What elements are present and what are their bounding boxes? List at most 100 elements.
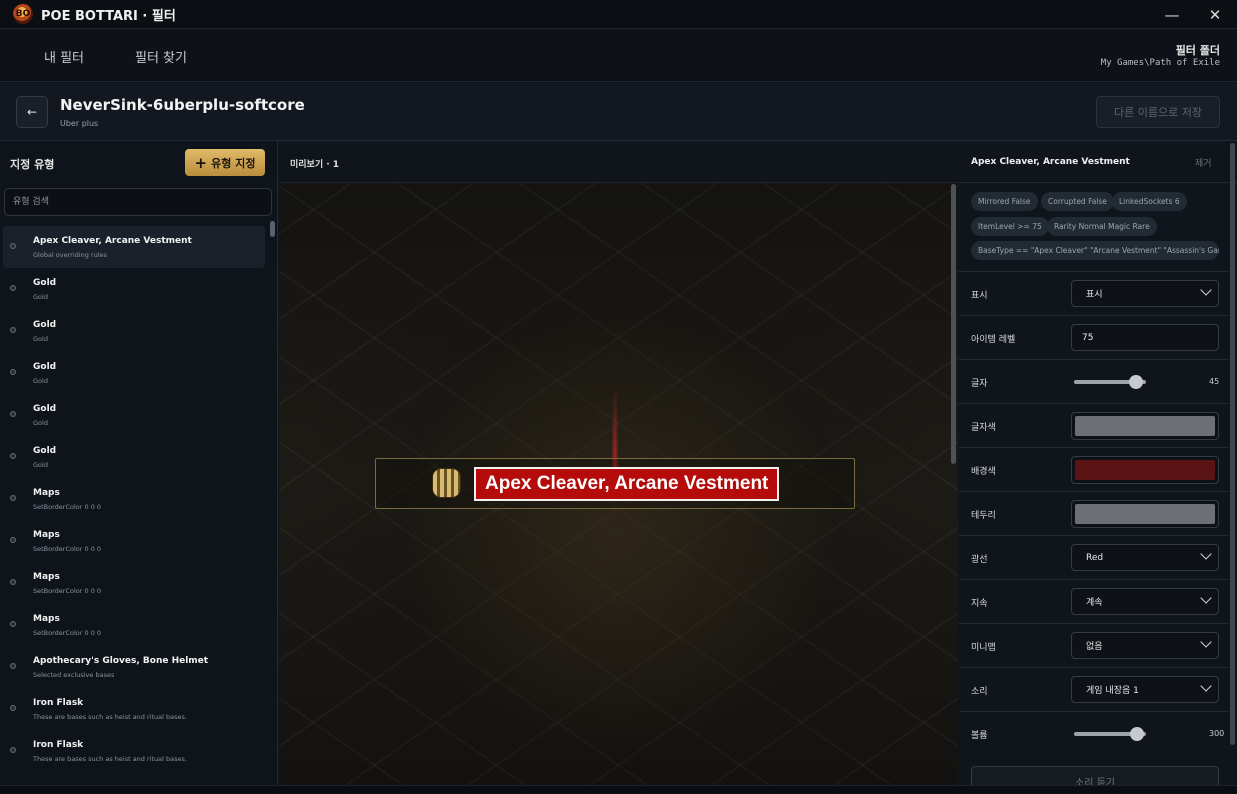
rule-description: These are bases such as heist and ritual… xyxy=(33,713,187,721)
rule-name: Gold xyxy=(33,362,57,372)
condition-chip[interactable]: Mirrored False xyxy=(971,192,1038,211)
armour-icon xyxy=(432,468,461,498)
prop-volume: 볼륨 300 xyxy=(959,711,1229,755)
add-type-button[interactable]: + 유형 지정 xyxy=(185,149,265,176)
close-icon[interactable]: ✕ xyxy=(1193,0,1237,29)
prop-font-size: 글자 45 xyxy=(959,359,1229,403)
rule-list-item[interactable]: Apothecary's Gloves, Bone Helmet Selected… xyxy=(3,646,265,688)
select-value: 표시 xyxy=(1086,290,1103,300)
visibility-dot-icon[interactable] xyxy=(10,495,16,501)
play-sound-button[interactable]: 소리 듣기 xyxy=(971,766,1219,785)
chevron-down-icon xyxy=(1200,284,1212,296)
rule-list-item[interactable]: Maps SetBorderColor 0 0 0 xyxy=(3,562,265,604)
filter-name: NeverSink-6uberplu-softcore xyxy=(60,96,305,114)
visibility-dot-icon[interactable] xyxy=(10,705,16,711)
rule-description: Gold xyxy=(33,377,48,385)
prop-label: 아이템 레벨 xyxy=(971,335,1016,345)
rule-list-item[interactable]: Maps SetBorderColor 0 0 0 xyxy=(3,604,265,646)
rule-list-item[interactable]: Gold Gold xyxy=(3,352,265,394)
item-drop-label[interactable]: Apex Cleaver, Arcane Vestment xyxy=(474,467,780,501)
rule-description: Gold xyxy=(33,335,48,343)
text-color-picker[interactable] xyxy=(1071,412,1219,440)
visibility-dot-icon[interactable] xyxy=(10,243,16,249)
font-size-value: 45 xyxy=(1209,377,1220,386)
rule-list-item[interactable]: Maps SetBorderColor 0 0 0 xyxy=(3,520,265,562)
back-button[interactable]: ← xyxy=(16,96,48,128)
minimap-select[interactable]: 없음 xyxy=(1071,632,1219,659)
visibility-dot-icon[interactable] xyxy=(10,663,16,669)
rule-list-item[interactable]: Iron Flask These are bases such as heist … xyxy=(3,730,265,772)
border-color-picker[interactable] xyxy=(1071,500,1219,528)
rule-list-item[interactable]: Gold Gold xyxy=(3,394,265,436)
condition-chip[interactable]: BaseType == "Apex Cleaver" "Arcane Vestm… xyxy=(971,241,1219,260)
bottom-edge xyxy=(0,785,1237,794)
select-value: 없음 xyxy=(1086,642,1103,652)
prop-label: 볼륨 xyxy=(971,731,988,741)
rule-list-item[interactable]: Gold Gold xyxy=(3,268,265,310)
chevron-down-icon xyxy=(1200,548,1212,560)
add-type-label: 유형 지정 xyxy=(211,156,256,170)
visibility-dot-icon[interactable] xyxy=(10,285,16,291)
condition-chip[interactable]: Rarity Normal Magic Rare xyxy=(1047,217,1157,236)
bg-color-picker[interactable] xyxy=(1071,456,1219,484)
rule-detail-title: Apex Cleaver, Arcane Vestment xyxy=(971,157,1130,167)
prop-label: 테두리 xyxy=(971,511,996,521)
arrow-left-icon: ← xyxy=(26,105,38,119)
item-level-input[interactable] xyxy=(1071,324,1219,351)
visibility-dot-icon[interactable] xyxy=(10,453,16,459)
volume-value: 300 xyxy=(1209,729,1225,738)
remove-button[interactable]: 제거 xyxy=(1195,156,1212,169)
rule-name: Gold xyxy=(33,320,57,330)
prop-label: 미니맵 xyxy=(971,643,996,653)
detail-scrollbar[interactable] xyxy=(1230,143,1235,745)
rule-list-item[interactable]: Gold Gold xyxy=(3,436,265,478)
visibility-dot-icon[interactable] xyxy=(10,747,16,753)
rule-name: Apothecary's Gloves, Bone Helmet xyxy=(33,656,209,666)
prop-text-color: 글자색 xyxy=(959,403,1229,447)
filter-folder-label[interactable]: 필터 폴더 xyxy=(1176,42,1220,58)
select-value: Red xyxy=(1086,552,1104,563)
tab-my-filters[interactable]: 내 필터 xyxy=(44,47,84,66)
rule-name: Gold xyxy=(33,278,57,288)
visibility-dot-icon[interactable] xyxy=(10,411,16,417)
visibility-dot-icon[interactable] xyxy=(10,579,16,585)
rule-list-item[interactable]: Maps SetBorderColor 0 0 0 xyxy=(3,478,265,520)
rule-list-scrollbar[interactable] xyxy=(270,221,275,237)
filter-folder-path[interactable]: My Games\Path of Exile xyxy=(1101,58,1220,68)
rule-description: SetBorderColor 0 0 0 xyxy=(33,545,102,553)
prop-sound: 소리 게임 내장음 1 xyxy=(959,667,1229,711)
visibility-dot-icon[interactable] xyxy=(10,369,16,375)
rule-description: Gold xyxy=(33,293,48,301)
save-as-button[interactable]: 다른 이름으로 저장 xyxy=(1096,96,1220,128)
condition-chip[interactable]: Corrupted False xyxy=(1041,192,1114,211)
rule-list-item[interactable]: Iron Flask These are bases such as heist … xyxy=(3,688,265,730)
visibility-dot-icon[interactable] xyxy=(10,537,16,543)
condition-chip[interactable]: ItemLevel >= 75 xyxy=(971,217,1049,236)
duration-select[interactable]: 계속 xyxy=(1071,588,1219,615)
rule-list-item[interactable]: Gold Gold xyxy=(3,310,265,352)
visibility-dot-icon[interactable] xyxy=(10,621,16,627)
prop-label: 광선 xyxy=(971,555,988,565)
minimize-icon[interactable]: — xyxy=(1150,0,1194,29)
preview-scrollbar[interactable] xyxy=(951,184,956,464)
item-drop-frame[interactable]: Apex Cleaver, Arcane Vestment xyxy=(375,458,855,509)
condition-chip[interactable]: LinkedSockets 6 xyxy=(1112,192,1187,211)
rule-list-item[interactable]: Apex Cleaver, Arcane Vestment Global over… xyxy=(3,226,265,268)
beam-select[interactable]: Red xyxy=(1071,544,1219,571)
visibility-dot-icon[interactable] xyxy=(10,327,16,333)
show-select[interactable]: 표시 xyxy=(1071,280,1219,307)
rule-detail-header: Apex Cleaver, Arcane Vestment 제거 xyxy=(959,141,1237,183)
prop-label: 소리 xyxy=(971,687,988,697)
chevron-down-icon xyxy=(1200,636,1212,648)
select-value: 계속 xyxy=(1086,598,1103,608)
rule-type-header: 지정 유형 + 유형 지정 xyxy=(0,141,277,183)
preview-stage: Apex Cleaver, Arcane Vestment xyxy=(279,183,958,785)
prop-show: 표시 표시 xyxy=(959,271,1229,315)
tab-find-filters[interactable]: 필터 찾기 xyxy=(135,47,187,66)
type-search-input[interactable] xyxy=(4,188,272,216)
nav-bar: 내 필터 필터 찾기 필터 폴더 My Games\Path of Exile xyxy=(0,30,1237,82)
volume-slider-knob[interactable] xyxy=(1130,727,1145,741)
font-size-slider-knob[interactable] xyxy=(1128,375,1143,389)
rule-type-title: 지정 유형 xyxy=(10,158,55,171)
sound-select[interactable]: 게임 내장음 1 xyxy=(1071,676,1219,703)
